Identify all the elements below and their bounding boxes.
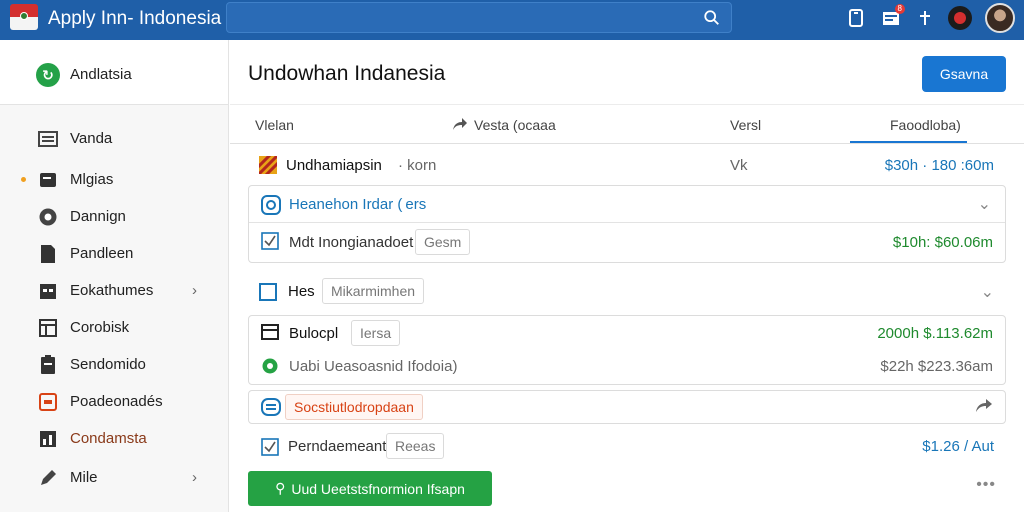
search-input[interactable] <box>226 2 732 33</box>
row-col3: Vk <box>730 157 748 174</box>
clipboard-icon <box>38 354 58 375</box>
sidebar-item-mile[interactable]: Mile › <box>0 459 229 496</box>
sidebar-item-corobisk[interactable]: Corobisk <box>0 309 229 346</box>
row-chip[interactable]: Socstiutlodropdaan <box>285 394 423 420</box>
checklist-icon <box>260 437 280 457</box>
sidebar-header-label: Andlatsia <box>70 66 132 83</box>
cta-button[interactable]: ⚲ Uud Ueetstsfnormion Ifsapn <box>248 471 492 506</box>
row-label[interactable]: Heanehon Irdar ( ers <box>289 196 426 213</box>
sync-icon <box>261 357 279 380</box>
row-amount: $1.26 / Aut <box>922 438 994 455</box>
sidebar-item-dannign[interactable]: Dannign <box>0 198 229 235</box>
chevron-down-icon[interactable]: ⌄ <box>978 194 991 214</box>
pin-icon[interactable] <box>915 8 935 28</box>
refresh-icon <box>261 195 281 220</box>
row-chip[interactable]: Mikarmimhen <box>322 278 425 304</box>
inbox-icon <box>38 129 58 149</box>
row-label: Mdt Inongianadoet <box>289 234 414 251</box>
search-icon[interactable] <box>703 9 721 27</box>
more-options-icon[interactable]: ••• <box>976 476 996 494</box>
sidebar-item-sendomido[interactable]: Sendomido <box>0 346 229 383</box>
table-row[interactable]: Perndaemeant Reeas $1.26 / Aut <box>248 432 1006 464</box>
sidebar-item-label: Eokathumes <box>70 282 154 299</box>
row-chip[interactable]: Gesm <box>415 229 471 255</box>
folder-icon <box>38 170 58 190</box>
window-icon <box>261 324 279 345</box>
column-header-4[interactable]: Faoodloba) <box>850 117 967 143</box>
pin-icon: ⚲ <box>275 480 286 496</box>
row-chip[interactable]: Reeas <box>386 433 445 459</box>
card-icon <box>38 392 58 412</box>
chevron-right-icon: › <box>192 282 197 299</box>
row-chip[interactable]: Iersa <box>351 320 401 346</box>
sidebar-item-label: Sendomido <box>70 356 146 373</box>
stripes-icon <box>258 155 278 175</box>
compass-icon <box>38 207 58 227</box>
row-amount: 2000h $.113.62m <box>877 325 993 342</box>
table-row[interactable]: Socstiutlodropdaan <box>248 390 1006 424</box>
row-label: Undhamiapsin <box>286 157 382 174</box>
sidebar-item-vanda[interactable]: Vanda <box>0 120 229 157</box>
row-label: Uabi Ueasoasnid Ifodoia) <box>289 358 458 375</box>
calendar-icon <box>38 281 58 301</box>
share-icon[interactable] <box>975 397 993 418</box>
notification-icon[interactable]: 8 <box>881 4 905 28</box>
chart-icon <box>38 429 58 449</box>
tablet-icon[interactable] <box>846 8 866 28</box>
sidebar-header[interactable]: ↻ Andlatsia <box>0 40 228 105</box>
record-icon[interactable] <box>948 6 972 30</box>
cta-label: Uud Ueetstsfnormion Ifsapn <box>291 480 465 497</box>
avatar[interactable] <box>985 3 1015 33</box>
row-amount: $30h · 180 :60m <box>884 157 994 174</box>
sidebar-item-eokathumes[interactable]: Eokathumes › <box>0 272 229 309</box>
sidebar-item-label: Corobisk <box>70 319 130 336</box>
chevron-right-icon: › <box>192 469 197 486</box>
sidebar-item-label: Mile <box>70 469 98 486</box>
share-icon[interactable] <box>452 117 468 134</box>
table-row[interactable]: Hes Mikarmimhen ⌄ <box>248 276 1006 308</box>
expanded-card: Heanehon Irdar ( ers ⌄ Mdt Inongianadoet… <box>248 185 1006 263</box>
sidebar-item-pandleen[interactable]: Pandleen <box>0 235 229 272</box>
chevron-down-icon[interactable]: ⌄ <box>981 282 994 302</box>
primary-action-button[interactable]: Gsavna <box>922 56 1006 92</box>
row-amount: $10h: $60.06m <box>892 234 993 251</box>
row-label: Bulocpl <box>289 325 339 342</box>
row-label: Hes <box>288 283 315 300</box>
row-label: Perndaemeant <box>288 438 387 455</box>
brand-logo-icon: ↻ <box>36 63 60 87</box>
page-title: Undowhan Indanesia <box>248 62 446 85</box>
sidebar: ↻ Andlatsia Vanda Mlgias Dannign Pandlee… <box>0 40 229 512</box>
checkbox-icon[interactable] <box>258 282 278 302</box>
sidebar-item-poadeonades[interactable]: Poadeonadés <box>0 383 229 420</box>
row-amount: $22h $223.36am <box>880 358 993 375</box>
sidebar-item-label: Poadeonadés <box>70 393 163 410</box>
sidebar-item-label: Pandleen <box>70 245 134 262</box>
top-bar: Apply Inn- Indonesia 8 <box>0 0 1024 40</box>
sidebar-item-label: Mlgias <box>70 171 114 188</box>
column-header-3[interactable]: Versl <box>730 117 761 133</box>
document-icon <box>38 244 58 264</box>
grid-icon <box>38 318 58 338</box>
table-header: Vlelan Vesta (ocaaa Versl Faoodloba) <box>230 104 1024 144</box>
main-panel: Undowhan Indanesia Gsavna Vlelan Vesta (… <box>230 40 1024 512</box>
table-row[interactable]: Undhamiapsin · korn Vk $30h · 180 :60m <box>248 154 1006 184</box>
layers-icon <box>261 398 281 421</box>
expanded-card: Bulocpl Iersa 2000h $.113.62m Uabi Ueaso… <box>248 315 1006 385</box>
app-title: Apply Inn- Indonesia <box>48 8 222 29</box>
sidebar-item-label: Condamsta <box>70 430 147 447</box>
sidebar-item-label: Vanda <box>70 130 113 147</box>
column-header-1[interactable]: Vlelan <box>255 117 294 133</box>
row-sub: · korn <box>398 157 437 174</box>
notification-badge: 8 <box>894 4 905 14</box>
sidebar-item-mlgias[interactable]: Mlgias <box>0 161 229 198</box>
pen-icon <box>38 468 58 488</box>
active-dot <box>21 177 26 182</box>
checklist-icon <box>261 232 279 255</box>
indonesia-flag-logo <box>10 4 38 30</box>
column-header-2[interactable]: Vesta (ocaaa <box>474 117 556 133</box>
sidebar-item-condamsta[interactable]: Condamsta <box>0 420 229 457</box>
sidebar-item-label: Dannign <box>70 208 126 225</box>
